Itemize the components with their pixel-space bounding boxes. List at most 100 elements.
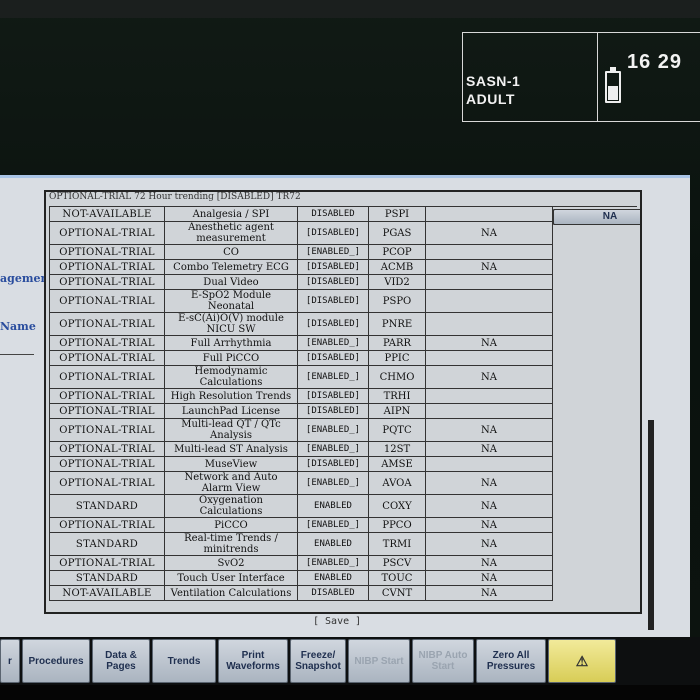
softkey-bar: r Procedures Data & Pages Trends Print Wavef…	[0, 637, 700, 685]
cell-status: OPTIONAL-TRIAL	[49, 555, 165, 571]
cell-na	[425, 403, 553, 419]
cell-code: PSCV	[368, 555, 426, 571]
cell-code: AMSE	[368, 456, 426, 472]
cell-enabled: [DISABLED]	[297, 259, 369, 275]
softkey-button[interactable]: Trends	[152, 639, 216, 683]
softkey-button[interactable]: Freeze/ Snapshot	[290, 639, 346, 683]
cell-function: MuseView	[164, 456, 298, 472]
cell-code: TRMI	[368, 532, 426, 556]
cell-status: OPTIONAL-TRIAL	[49, 221, 165, 245]
cell-code: CVNT	[368, 585, 426, 601]
cell-na	[425, 289, 553, 313]
table-row[interactable]: OPTIONAL-TRIAL CO [ENABLED_] PCOP	[49, 208, 640, 260]
cell-status: OPTIONAL-TRIAL	[49, 259, 165, 275]
cell-code: 12ST	[368, 441, 426, 457]
table-row[interactable]: NOT-AVAILABLE Analgesia / SPI DISABLED PSPI	[49, 206, 640, 225]
softkey-button[interactable]: Print Waveforms	[218, 639, 288, 683]
table-row[interactable]: OPTIONAL-TRIAL Full Arrhythmia [ENABLED_] P…	[49, 208, 640, 351]
cell-status: OPTIONAL-TRIAL	[49, 244, 165, 260]
cell-enabled: ENABLED	[297, 494, 369, 518]
patient-info[interactable]: SASN-1 ADULT	[463, 33, 598, 121]
cell-status: OPTIONAL-TRIAL	[49, 289, 165, 313]
cell-function: PiCCO	[164, 517, 298, 533]
table-row[interactable]: NOT-AVAILABLE Ventilation Calculations DIS…	[49, 208, 640, 601]
cell-enabled: [DISABLED]	[297, 456, 369, 472]
save-button[interactable]: [ Save ]	[313, 616, 361, 627]
softkey-button[interactable]: NIBP Start	[348, 639, 410, 683]
bezel-top-edge	[0, 0, 700, 18]
cell-enabled: DISABLED	[297, 206, 369, 222]
cell-code: PGAS	[368, 221, 426, 245]
table-row[interactable]: OPTIONAL-TRIALPiCCO[ENABLED_]PPCONA45434…	[49, 208, 640, 533]
cell-code: PCOP	[368, 244, 426, 260]
cell-enabled: ENABLED	[297, 532, 369, 556]
cell-function: Real-time Trends / minitrends	[164, 532, 298, 556]
cell-function: Dual Video	[164, 274, 298, 290]
softkey-button[interactable]: Procedures	[22, 639, 90, 683]
table-row[interactable]: OPTIONAL-TRIAL Hemodynamic Calculations [E…	[49, 208, 640, 389]
cell-enabled: [DISABLED]	[297, 350, 369, 366]
cell-na	[425, 312, 553, 336]
cell-function: Touch User Interface	[164, 570, 298, 586]
cell-na	[425, 244, 553, 260]
table-row[interactable]: OPTIONAL-TRIAL Anesthetic agent measureme…	[49, 208, 640, 245]
sidebar-divider	[0, 354, 34, 355]
softkey-button[interactable]: NIBP Auto Start	[412, 639, 474, 683]
cell-function: Oxygenation Calculations	[164, 494, 298, 518]
alarm-bell-icon[interactable]: ⚠	[548, 639, 616, 683]
table-row[interactable]: OPTIONAL-TRIAL Multi-lead ST Analysis [ENA…	[49, 208, 640, 457]
cell-status: NOT-AVAILABLE	[49, 206, 165, 222]
cell-status: OPTIONAL-TRIAL	[49, 471, 165, 495]
table-row[interactable]: OPTIONAL-TRIAL E-sC(Ai)O(V) module NICU S…	[49, 208, 640, 336]
battery-fill	[608, 85, 618, 100]
cell-status: OPTIONAL-TRIAL	[49, 418, 165, 442]
cell-status: OPTIONAL-TRIAL	[49, 456, 165, 472]
cell-enabled: [ENABLED_]	[297, 441, 369, 457]
cell-status: OPTIONAL-TRIAL	[49, 365, 165, 389]
cell-na: NA	[425, 441, 553, 457]
table-row[interactable]: OPTIONAL-TRIAL Network and Auto Alarm Vie…	[49, 208, 640, 495]
cell-code: CHMO	[368, 365, 426, 389]
cell-na	[425, 456, 553, 472]
cell-status: STANDARD	[49, 494, 165, 518]
table-row[interactable]: STANDARD Touch User Interface ENABLED TOUC N…	[49, 208, 640, 586]
table-row[interactable]: OPTIONAL-TRIAL LaunchPad License [DISABLED…	[49, 208, 640, 419]
table-row[interactable]: OPTIONAL-TRIAL E-SpO2 Module Neonatal [DIS…	[49, 208, 640, 313]
cell-code: PARR	[368, 335, 426, 351]
cell-code: AIPN	[368, 403, 426, 419]
cell-enabled: ENABLED	[297, 570, 369, 586]
cell-function: High Resolution Trends	[164, 388, 298, 404]
table-row[interactable]: OPTIONAL-TRIAL High Resolution Trends [DIS…	[49, 208, 640, 404]
cell-enabled: [ENABLED_]	[297, 335, 369, 351]
table-row[interactable]: OPTIONAL-TRIAL Full PiCCO [DISABLED] PPIC	[49, 208, 640, 366]
cell-code: ACMB	[368, 259, 426, 275]
cell-enabled: [DISABLED]	[297, 274, 369, 290]
cell-status: OPTIONAL-TRIAL	[49, 441, 165, 457]
softkey-button[interactable]: Zero All Pressures	[476, 639, 546, 683]
table-row[interactable]: OPTIONAL-TRIAL Combo Telemetry ECG [DISABL…	[49, 208, 640, 275]
cell-function: SvO2	[164, 555, 298, 571]
cell-enabled: [DISABLED]	[297, 312, 369, 336]
softkey-button[interactable]: r	[0, 639, 20, 683]
cell-status: OPTIONAL-TRIAL	[49, 517, 165, 533]
table-row[interactable]: OPTIONAL-TRIAL MuseView [DISABLED] AMSE	[49, 208, 640, 472]
table-row[interactable]: STANDARD Real-time Trends / minitrends ENA…	[49, 208, 640, 556]
cell-enabled: [DISABLED]	[297, 388, 369, 404]
cell-status: OPTIONAL-TRIAL	[49, 274, 165, 290]
cell-function: Anesthetic agent measurement	[164, 221, 298, 245]
softkey-button[interactable]: Data & Pages	[92, 639, 150, 683]
scrollbar[interactable]	[648, 420, 654, 630]
table-row[interactable]: OPTIONAL-TRIAL Dual Video [DISABLED] VID2	[49, 208, 640, 290]
cell-na: NA	[425, 494, 553, 518]
cell-status: OPTIONAL-TRIAL	[49, 335, 165, 351]
cell-code: AVOA	[368, 471, 426, 495]
table-row[interactable]: OPTIONAL-TRIALSvO2[ENABLED_]PSCVNA127323…	[49, 208, 640, 571]
cell-na	[425, 274, 553, 290]
cell-status: STANDARD	[49, 532, 165, 556]
cell-function: Full Arrhythmia	[164, 335, 298, 351]
table-row[interactable]: STANDARD Oxygenation Calculations ENABLED C…	[49, 208, 640, 518]
cell-enabled: DISABLED	[297, 585, 369, 601]
table-row[interactable]: OPTIONAL-TRIAL Multi-lead QT / QTc Analys…	[49, 208, 640, 442]
cell-na: NA	[425, 517, 553, 533]
cell-code: VID2	[368, 274, 426, 290]
